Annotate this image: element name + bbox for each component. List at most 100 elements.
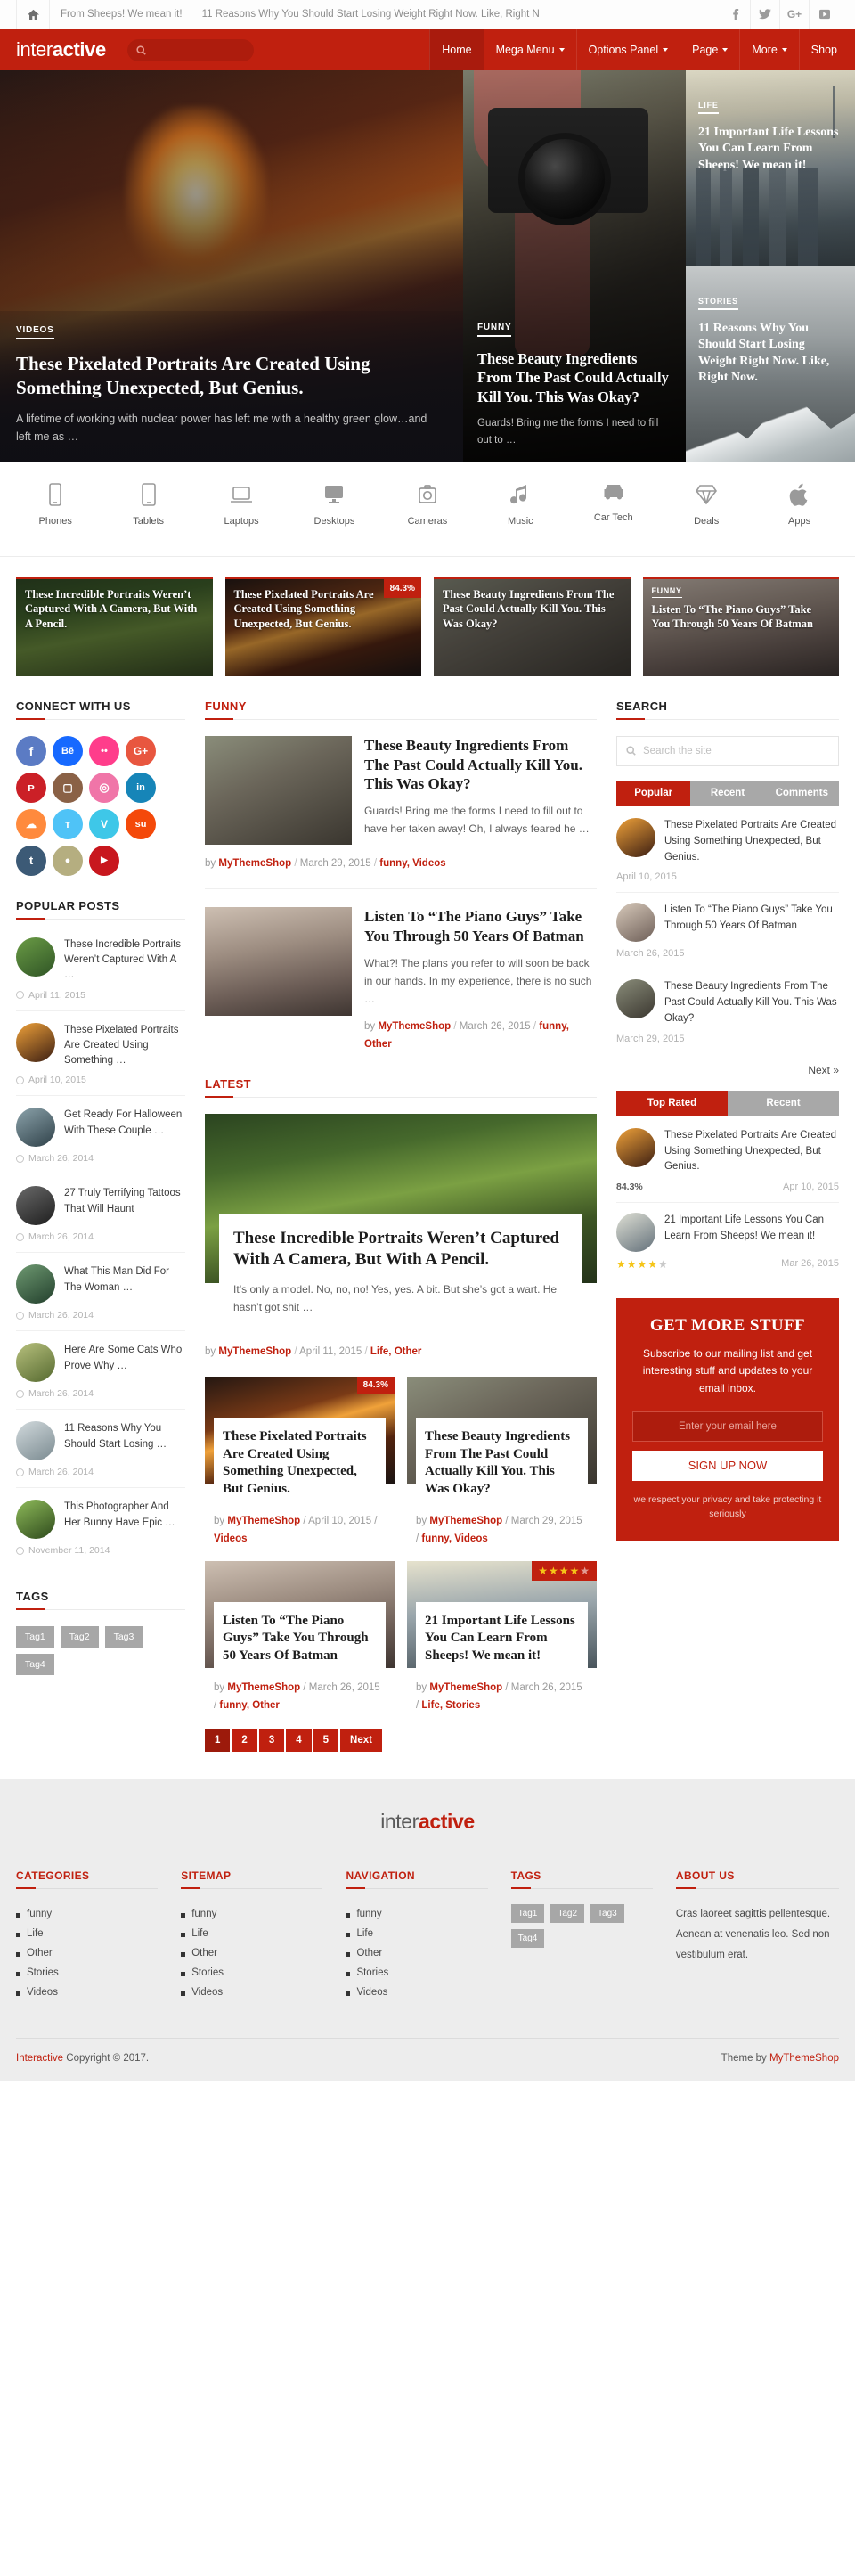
footer-link[interactable]: funny (16, 1904, 158, 1924)
list-item[interactable]: 21 Important Life Lessons You Can Learn … (616, 1213, 839, 1280)
list-item[interactable]: These Pixelated Portraits Are Created Us… (616, 817, 839, 894)
grid-card[interactable]: Listen To “The Piano Guys” Take You Thro… (205, 1560, 395, 1715)
tag-item[interactable]: Tag4 (16, 1654, 54, 1676)
tab-recent[interactable]: Recent (728, 1090, 839, 1116)
article-title[interactable]: These Pixelated Portraits Are Created Us… (223, 1428, 377, 1498)
footer-link[interactable]: Life (16, 1924, 158, 1943)
list-item[interactable]: These Pixelated Portraits Are Created Us… (16, 1021, 185, 1097)
feature-card[interactable]: These Beauty Ingredients From The Past C… (434, 576, 631, 676)
category-links[interactable]: Life, Other (370, 1346, 422, 1357)
tag-item[interactable]: Tag1 (510, 1904, 545, 1924)
hero-category-badge[interactable]: FUNNY (477, 323, 512, 337)
nav-item-shop[interactable]: Shop (798, 29, 855, 70)
nav-item-page[interactable]: Page (680, 29, 739, 70)
tag-item[interactable]: Tag2 (550, 1904, 585, 1924)
category-apps[interactable]: Apps (753, 478, 845, 536)
footer-link[interactable]: Other (346, 1943, 487, 1963)
youtube-icon[interactable]: ▶ (89, 845, 119, 876)
tab-comments[interactable]: Comments (764, 780, 839, 806)
category-links[interactable]: funny, Other (219, 1700, 280, 1711)
tab-top-rated[interactable]: Top Rated (616, 1090, 728, 1116)
article-title[interactable]: 21 Important Life Lessons You Can Learn … (425, 1613, 579, 1665)
list-item[interactable]: 11 Reasons Why You Should Start Losing …… (16, 1419, 185, 1489)
theme-brand-link[interactable]: MyThemeShop (770, 2053, 839, 2064)
category-links[interactable]: funny, Videos (379, 858, 445, 869)
author-link[interactable]: MyThemeShop (218, 858, 291, 869)
footer-link[interactable]: Videos (16, 1983, 158, 2002)
search-input[interactable] (126, 38, 254, 61)
nav-item-options-panel[interactable]: Options Panel (575, 29, 680, 70)
footer-link[interactable]: Other (181, 1943, 322, 1963)
list-item[interactable]: Here Are Some Cats Who Prove Why … March… (16, 1341, 185, 1411)
facebook-icon[interactable]: f (16, 735, 46, 766)
linkedin-icon[interactable]: in (126, 772, 156, 803)
hero-category-badge[interactable]: LIFE (698, 101, 719, 114)
hero-small-card-life[interactable]: LIFE 21 Important Life Lessons You Can L… (686, 70, 855, 266)
featured-article-card[interactable]: These Incredible Portraits Weren’t Captu… (205, 1113, 597, 1329)
facebook-icon[interactable] (721, 0, 751, 29)
article-title[interactable]: These Beauty Ingredients From The Past C… (425, 1428, 579, 1498)
instagram-icon[interactable]: ▢ (53, 772, 83, 803)
tag-item[interactable]: Tag4 (510, 1929, 545, 1949)
hero-small-card-stories[interactable]: STORIES 11 Reasons Why You Should Start … (686, 266, 855, 462)
google-plus-icon[interactable]: G+ (126, 735, 156, 766)
tab-recent[interactable]: Recent (690, 780, 765, 806)
home-icon[interactable] (16, 0, 50, 29)
hero-title[interactable]: 21 Important Life Lessons You Can Learn … (698, 125, 844, 174)
vimeo-icon[interactable]: V (89, 808, 119, 839)
twitter-icon[interactable]: ᴛ (53, 808, 83, 839)
tag-item[interactable]: Tag2 (60, 1626, 99, 1648)
feature-card[interactable]: These Incredible Portraits Weren’t Captu… (16, 576, 213, 676)
tag-item[interactable]: Tag3 (590, 1904, 624, 1924)
page-4[interactable]: 4 (286, 1729, 312, 1753)
stumbleupon-icon[interactable]: su (126, 808, 156, 839)
category-cameras[interactable]: Cameras (381, 478, 474, 536)
tag-item[interactable]: Tag3 (104, 1626, 143, 1648)
author-link[interactable]: MyThemeShop (429, 1516, 502, 1526)
footer-link[interactable]: Videos (181, 1983, 322, 2002)
ticker-item[interactable]: 11 Reasons Why You Should Start Losing W… (202, 9, 540, 20)
google-plus-icon[interactable]: G+ (780, 0, 810, 29)
hero-category-badge[interactable]: VIDEOS (16, 325, 54, 340)
article-title[interactable]: These Beauty Ingredients From The Past C… (364, 736, 597, 794)
category-links[interactable]: funny, Videos (421, 1533, 487, 1544)
author-link[interactable]: MyThemeShop (227, 1516, 300, 1526)
footer-logo[interactable]: interactive (16, 1810, 839, 1834)
footer-link[interactable]: Life (181, 1924, 322, 1943)
list-item[interactable]: What This Man Did For The Woman … March … (16, 1263, 185, 1332)
video-icon[interactable] (810, 0, 839, 29)
github-icon[interactable]: ● (53, 845, 83, 876)
grid-card[interactable]: 84.3% These Pixelated Portraits Are Crea… (205, 1377, 395, 1548)
nav-item-home[interactable]: Home (429, 29, 484, 70)
footer-link[interactable]: Videos (346, 1983, 487, 2002)
email-field[interactable]: Enter your email here (632, 1411, 823, 1442)
author-link[interactable]: MyThemeShop (227, 1682, 300, 1693)
footer-link[interactable]: Stories (181, 1963, 322, 1983)
grid-card[interactable]: ★★★★★ 21 Important Life Lessons You Can … (407, 1560, 597, 1715)
category-tablets[interactable]: Tablets (102, 478, 194, 536)
category-laptops[interactable]: Laptops (195, 478, 288, 536)
list-item[interactable]: These Beauty Ingredients From The Past C… (616, 979, 839, 1053)
article-title[interactable]: Listen To “The Piano Guys” Take You Thro… (223, 1613, 377, 1665)
hero-title[interactable]: These Pixelated Portraits Are Created Us… (16, 352, 436, 401)
hero-title[interactable]: 11 Reasons Why You Should Start Losing W… (698, 321, 844, 387)
hero-title[interactable]: These Beauty Ingredients From The Past C… (477, 349, 672, 406)
hero-main-card[interactable]: VIDEOS These Pixelated Portraits Are Cre… (0, 70, 463, 462)
article-title[interactable]: Listen To “The Piano Guys” Take You Thro… (364, 907, 597, 946)
pinterest-icon[interactable]: ᴘ (16, 772, 46, 803)
list-item[interactable]: These Incredible Portraits Weren’t Captu… (16, 936, 185, 1011)
author-link[interactable]: MyThemeShop (378, 1021, 451, 1032)
flickr-icon[interactable]: •• (89, 735, 119, 766)
feature-card[interactable]: FUNNY Listen To “The Piano Guys” Take Yo… (642, 576, 839, 676)
article-row[interactable]: Listen To “The Piano Guys” Take You Thro… (205, 907, 597, 1053)
next-link[interactable]: Next » (616, 1064, 839, 1076)
category-desktops[interactable]: Desktops (288, 478, 380, 536)
category-links[interactable]: Life, Stories (421, 1700, 480, 1711)
page-next[interactable]: Next (340, 1729, 382, 1753)
behance-icon[interactable]: Bē (53, 735, 83, 766)
category-music[interactable]: Music (474, 478, 566, 536)
soundcloud-icon[interactable]: ☁ (16, 808, 46, 839)
category-links[interactable]: Videos (214, 1533, 248, 1544)
dribbble-icon[interactable]: ◎ (89, 772, 119, 803)
footer-link[interactable]: funny (181, 1904, 322, 1924)
